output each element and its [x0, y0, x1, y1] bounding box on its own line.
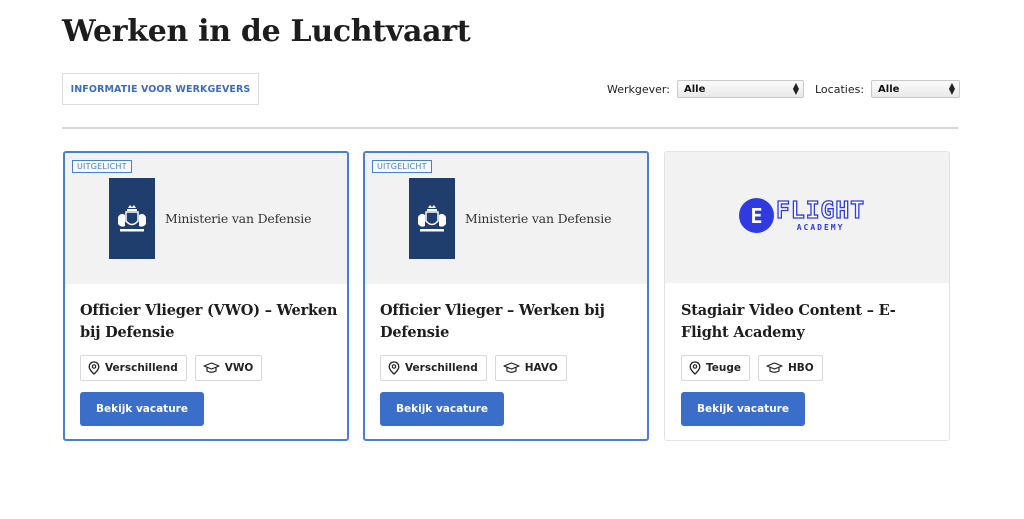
- job-title[interactable]: Stagiair Video Content – E-Flight Academ…: [681, 300, 939, 344]
- company-logo-area: E FLIGHT ACADEMY: [665, 152, 949, 283]
- location-filter: Locaties: Alle ▲ ▼: [815, 80, 961, 98]
- employer-filter-label: Werkgever:: [607, 82, 670, 96]
- location-pin-icon: [689, 361, 701, 375]
- graduation-cap-icon: [766, 362, 783, 373]
- defensie-logo: Ministerie van Defensie: [109, 178, 311, 259]
- job-card[interactable]: E FLIGHT ACADEMY Stagiair Video Content …: [664, 151, 950, 441]
- view-job-button[interactable]: Bekijk vacature: [380, 392, 504, 426]
- location-tag: Teuge: [681, 355, 751, 381]
- education-tag: VWO: [194, 355, 263, 381]
- location-tag-label: Verschillend: [405, 362, 478, 374]
- job-tags: Verschillend HAVO: [380, 355, 567, 381]
- eflight-logo-mark: E: [739, 198, 774, 233]
- location-tag: Verschillend: [80, 355, 187, 381]
- education-tag-label: HAVO: [524, 362, 558, 374]
- graduation-cap-icon: [203, 362, 220, 373]
- company-name: Ministerie van Defensie: [465, 211, 612, 226]
- employer-select[interactable]: Alle ▲ ▼: [676, 80, 804, 98]
- graduation-cap-icon: [503, 362, 520, 373]
- location-tag: Verschillend: [380, 355, 487, 381]
- job-title[interactable]: Officier Vlieger (VWO) – Werken bij Defe…: [80, 300, 338, 344]
- employer-filter: Werkgever: Alle ▲ ▼: [607, 80, 804, 98]
- education-tag-label: HBO: [788, 362, 814, 374]
- education-tag-label: VWO: [224, 362, 254, 374]
- employer-info-button[interactable]: INFORMATIE VOOR WERKGEVERS: [62, 73, 259, 105]
- view-job-button[interactable]: Bekijk vacature: [80, 392, 204, 426]
- location-pin-icon: [388, 361, 400, 375]
- location-select[interactable]: Alle ▲ ▼: [871, 80, 961, 98]
- view-job-button[interactable]: Bekijk vacature: [681, 392, 805, 426]
- job-card[interactable]: UITGELICHT Ministerie van Defensie Offic…: [63, 151, 349, 441]
- royal-crest-icon: [109, 178, 155, 259]
- job-tags: Verschillend VWO: [80, 355, 263, 381]
- education-tag: HBO: [758, 355, 823, 381]
- job-title[interactable]: Officier Vlieger – Werken bij Defensie: [380, 300, 638, 344]
- eflight-logo: E FLIGHT ACADEMY: [739, 198, 865, 233]
- eflight-logo-name: FLIGHT: [775, 197, 866, 224]
- location-tag-label: Verschillend: [105, 362, 178, 374]
- select-arrows-icon: ▲ ▼: [792, 81, 799, 96]
- job-tags: Teuge HBO: [681, 355, 823, 381]
- education-tag: HAVO: [494, 355, 567, 381]
- defensie-logo: Ministerie van Defensie: [409, 178, 611, 259]
- employer-select-value: Alle: [683, 83, 706, 95]
- location-tag-label: Teuge: [706, 362, 742, 374]
- featured-badge: UITGELICHT: [72, 160, 132, 173]
- royal-crest-icon: [409, 178, 455, 259]
- location-select-value: Alle: [878, 83, 900, 95]
- featured-badge: UITGELICHT: [372, 160, 432, 173]
- company-logo-area: UITGELICHT Ministerie van Defensie: [65, 153, 347, 284]
- section-divider: [62, 127, 958, 129]
- job-card[interactable]: UITGELICHT Ministerie van Defensie Offic…: [363, 151, 649, 441]
- select-arrows-icon: ▲ ▼: [948, 81, 956, 96]
- company-logo-area: UITGELICHT Ministerie van Defensie: [365, 153, 647, 284]
- company-name: Ministerie van Defensie: [165, 211, 312, 226]
- eflight-logo-sub: ACADEMY: [796, 222, 845, 232]
- location-filter-label: Locaties:: [815, 82, 865, 96]
- page-title: Werken in de Luchtvaart: [62, 14, 471, 49]
- location-pin-icon: [88, 361, 100, 375]
